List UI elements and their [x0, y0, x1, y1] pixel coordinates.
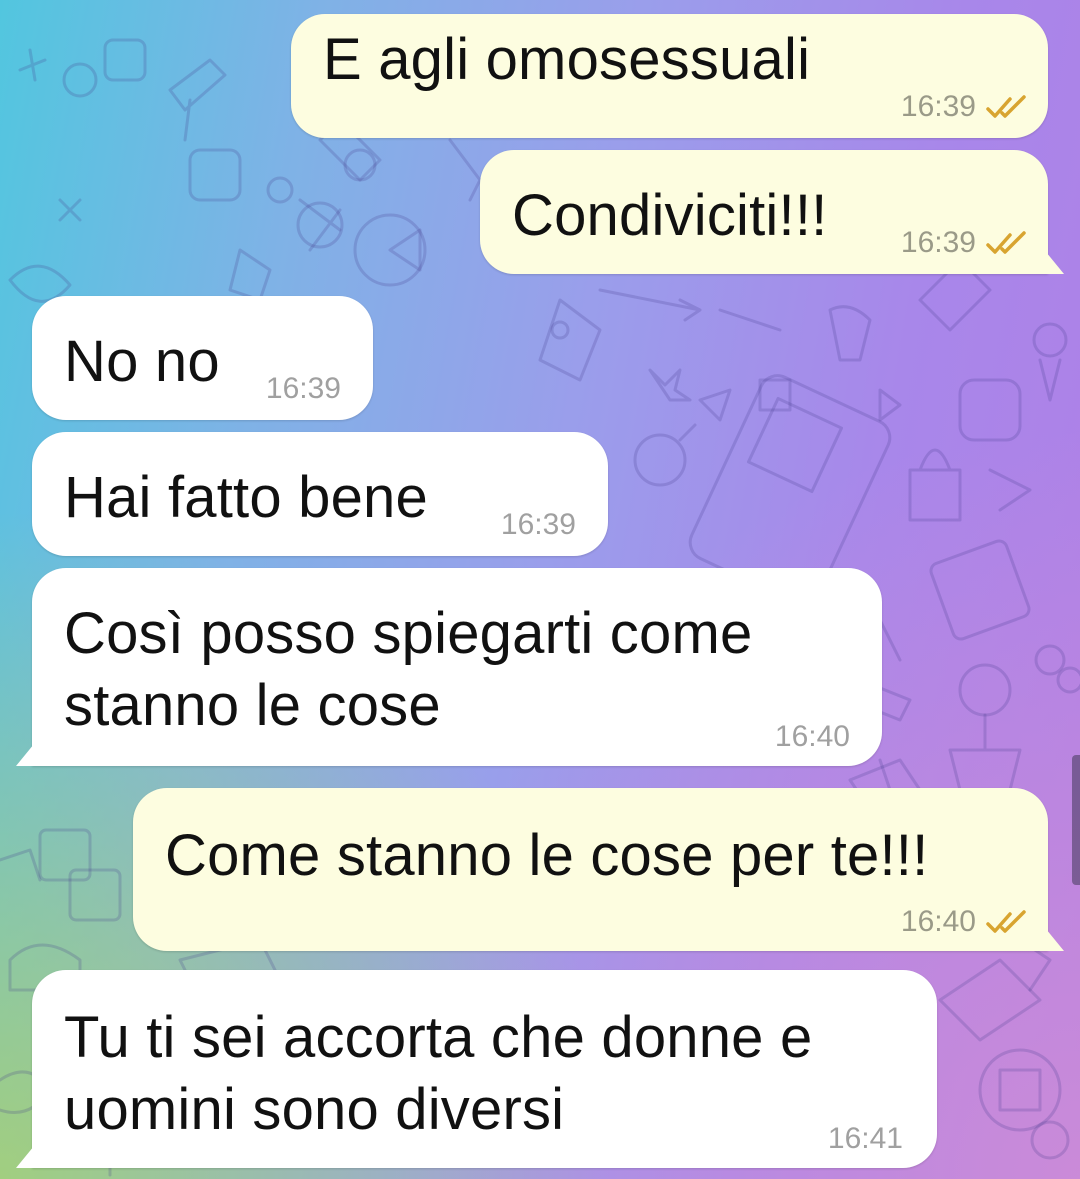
message-time: 16:41: [827, 1122, 903, 1155]
message-bubble-outgoing[interactable]: Come stanno le cose per te!!! 16:40: [133, 788, 1048, 951]
double-check-icon: [986, 95, 1026, 118]
message-meta: 16:40: [775, 720, 850, 754]
scroll-indicator[interactable]: [1072, 755, 1080, 885]
message-time: 16:39: [265, 372, 341, 405]
message-meta: 16:40: [901, 905, 1030, 939]
double-check-icon: [986, 231, 1026, 254]
message-time: 16:39: [900, 90, 976, 123]
message-bubble-incoming[interactable]: Così posso spiegarti come stanno le cose…: [32, 568, 882, 766]
message-text: Hai fatto bene: [64, 465, 428, 530]
message-time: 16:40: [774, 720, 850, 753]
message-text: Così posso spiegarti come stanno le cose: [64, 601, 753, 738]
message-text: Tu ti sei accorta che donne e uomini son…: [64, 1005, 813, 1142]
double-check-icon: [986, 910, 1026, 933]
message-text: Come stanno le cose per te!!!: [165, 823, 929, 888]
message-meta: 16:39: [901, 226, 1030, 260]
message-bubble-outgoing[interactable]: E agli omosessuali 16:39: [291, 14, 1048, 138]
message-bubble-outgoing[interactable]: Condiviciti!!! 16:39: [480, 150, 1048, 274]
message-meta: 16:41: [828, 1122, 903, 1156]
message-meta: 16:39: [266, 372, 341, 406]
message-meta: 16:39: [901, 90, 1030, 124]
message-bubble-incoming[interactable]: Tu ti sei accorta che donne e uomini son…: [32, 970, 937, 1168]
message-time: 16:39: [500, 508, 576, 541]
message-bubble-incoming[interactable]: Hai fatto bene 16:39: [32, 432, 608, 556]
message-time: 16:40: [900, 905, 976, 938]
message-text: E agli omosessuali: [323, 27, 811, 92]
message-bubble-incoming[interactable]: No no 16:39: [32, 296, 373, 420]
message-time: 16:39: [900, 226, 976, 259]
message-meta: 16:39: [501, 508, 576, 542]
message-text: Condiviciti!!!: [512, 183, 828, 248]
message-text: No no: [64, 329, 220, 394]
